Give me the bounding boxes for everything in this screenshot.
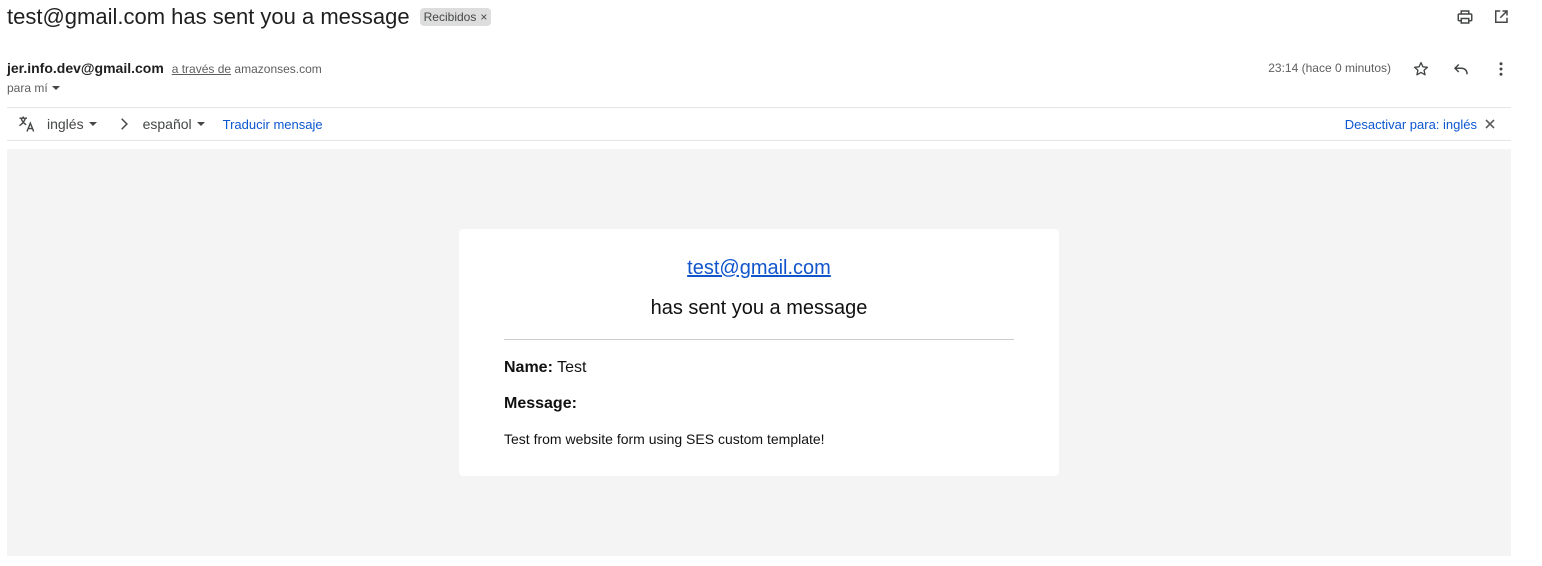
star-icon[interactable]	[1411, 59, 1431, 79]
email-card: test@gmail.com has sent you a message Na…	[459, 229, 1059, 476]
target-language-label: español	[142, 116, 192, 132]
close-icon[interactable]	[1485, 119, 1495, 129]
chevron-down-icon	[196, 122, 205, 126]
message-row: Message:	[504, 395, 577, 413]
chevron-right-icon	[117, 117, 131, 131]
open-in-new-icon[interactable]	[1491, 7, 1511, 27]
label-chip-text: Recibidos	[423, 10, 477, 24]
card-email-row: test@gmail.com	[459, 257, 1059, 280]
source-language-label: inglés	[47, 116, 84, 132]
name-row: Name: Test	[504, 359, 586, 377]
name-label: Name:	[504, 359, 553, 376]
translate-message-link[interactable]: Traducir mensaje	[223, 117, 323, 132]
message-label: Message:	[504, 395, 577, 412]
recipient-label: para mí	[7, 81, 48, 95]
via-text: a través de amazonses.com	[172, 62, 322, 76]
disable-translation-link[interactable]: Desactivar para: inglés	[1345, 117, 1477, 132]
close-icon[interactable]: ×	[480, 10, 487, 24]
divider	[7, 140, 1511, 141]
chevron-down-icon[interactable]	[51, 86, 60, 90]
chevron-down-icon	[88, 122, 97, 126]
translate-icon	[17, 114, 37, 134]
name-value: Test	[557, 359, 587, 376]
sender-name[interactable]: jer.info.dev@gmail.com	[7, 60, 164, 76]
message-text: Test from website form using SES custom …	[504, 431, 825, 447]
label-chip-inbox[interactable]: Recibidos ×	[419, 8, 492, 26]
more-vertical-icon[interactable]	[1491, 59, 1511, 79]
target-language-select[interactable]: español	[143, 116, 205, 132]
email-subject: test@gmail.com has sent you a message	[7, 4, 410, 29]
sender-email-link[interactable]: test@gmail.com	[687, 257, 831, 279]
reply-icon[interactable]	[1451, 59, 1471, 79]
card-divider	[504, 339, 1014, 340]
email-time: 23:14 (hace 0 minutos)	[1268, 61, 1391, 75]
sender-line: jer.info.dev@gmail.com a través de amazo…	[7, 60, 322, 76]
source-language-select[interactable]: inglés	[47, 116, 97, 132]
print-icon[interactable]	[1455, 7, 1475, 27]
email-subject-row: test@gmail.com has sent you a message Re…	[7, 4, 492, 30]
recipient-toggle[interactable]: para mí	[7, 81, 60, 95]
via-link[interactable]: a través de	[172, 62, 231, 76]
card-subtitle: has sent you a message	[650, 297, 868, 319]
translate-bar: inglés español Traducir mensaje Desactiv…	[7, 108, 1511, 140]
via-domain: amazonses.com	[234, 62, 322, 76]
